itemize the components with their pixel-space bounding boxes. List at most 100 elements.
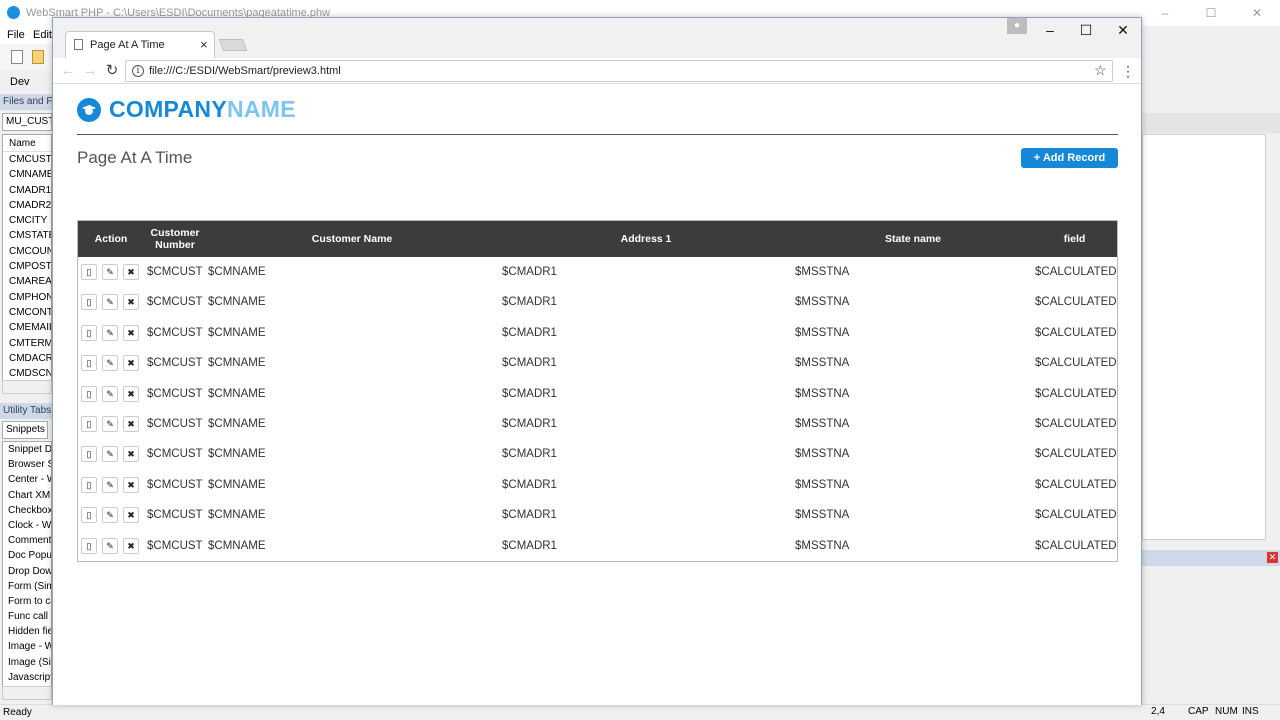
snippet-list-item[interactable]: Form to ca bbox=[3, 594, 51, 609]
ide-editor-pane[interactable] bbox=[1142, 134, 1266, 540]
view-record-button[interactable]: ▯ bbox=[81, 355, 97, 372]
view-record-button[interactable]: ▯ bbox=[81, 537, 97, 554]
browser-tabstrip: Page At A Time × ● – ☐ ✕ bbox=[53, 18, 1141, 58]
view-record-button[interactable]: ▯ bbox=[81, 416, 97, 432]
add-record-button[interactable]: + Add Record bbox=[1021, 148, 1118, 168]
field-list-item[interactable]: CMSTATE bbox=[3, 228, 51, 243]
snippet-list-item[interactable]: Hidden fie bbox=[3, 624, 51, 639]
delete-record-button[interactable]: ✖ bbox=[123, 385, 139, 402]
file-select[interactable]: MU_CUSTF bbox=[2, 113, 52, 131]
delete-record-button[interactable]: ✖ bbox=[123, 507, 139, 524]
profile-icon[interactable]: ● bbox=[1007, 18, 1027, 34]
view-record-button[interactable]: ▯ bbox=[81, 446, 97, 463]
col-header-customer-name[interactable]: Customer Name bbox=[206, 221, 498, 257]
delete-record-button[interactable]: ✖ bbox=[123, 264, 139, 280]
delete-record-button[interactable]: ✖ bbox=[123, 537, 139, 554]
edit-record-button[interactable]: ✎ bbox=[102, 476, 118, 493]
back-icon[interactable]: ← bbox=[58, 61, 78, 81]
view-record-button[interactable]: ▯ bbox=[81, 294, 97, 311]
snippet-list-item[interactable]: Image (Sin bbox=[3, 655, 51, 670]
edit-record-button[interactable]: ✎ bbox=[102, 264, 118, 280]
tab-snippets[interactable]: Snippets bbox=[2, 421, 48, 439]
field-list-item[interactable]: CMDACR bbox=[3, 351, 51, 366]
delete-record-button[interactable]: ✖ bbox=[123, 446, 139, 463]
edit-record-button[interactable]: ✎ bbox=[102, 385, 118, 402]
reload-icon[interactable]: ↻ bbox=[102, 61, 122, 81]
col-header-action[interactable]: Action bbox=[78, 221, 144, 257]
snippet-list-item[interactable]: Browser Sn bbox=[3, 457, 51, 472]
field-list-scrollbar[interactable] bbox=[2, 380, 52, 394]
edit-record-button[interactable]: ✎ bbox=[102, 416, 118, 432]
delete-record-button[interactable]: ✖ bbox=[123, 294, 139, 311]
snippet-list-item[interactable]: Snippet De bbox=[3, 442, 51, 457]
field-list-item[interactable]: CMAREA bbox=[3, 274, 51, 289]
info-icon[interactable]: i bbox=[132, 65, 144, 77]
snippet-list-item[interactable]: Checkbox bbox=[3, 503, 51, 518]
ide-editor-scrollbar[interactable] bbox=[1266, 134, 1280, 540]
maximize-button[interactable]: ☐ bbox=[1068, 20, 1104, 40]
field-list-item[interactable]: CMNAME bbox=[3, 167, 51, 182]
snippet-list-item[interactable]: Image - W bbox=[3, 639, 51, 654]
snippet-list-item[interactable]: Doc Popup bbox=[3, 548, 51, 563]
ide-menu-file[interactable]: File bbox=[7, 26, 25, 44]
col-header-state-name[interactable]: State name bbox=[794, 221, 1032, 257]
delete-record-button[interactable]: ✖ bbox=[123, 355, 139, 372]
close-button[interactable]: ✕ bbox=[1105, 20, 1141, 40]
snippet-list-item[interactable]: Form (Sim bbox=[3, 579, 51, 594]
field-list-item[interactable]: CMADR1 bbox=[3, 183, 51, 198]
new-file-icon[interactable] bbox=[11, 50, 23, 64]
field-list-item[interactable]: CMCUST bbox=[3, 152, 51, 167]
ide-maximize-button[interactable]: ☐ bbox=[1188, 0, 1234, 26]
col-header-field[interactable]: field bbox=[1032, 221, 1117, 257]
minimize-button[interactable]: – bbox=[1032, 20, 1068, 40]
browser-tab[interactable]: Page At A Time × bbox=[65, 31, 215, 58]
edit-record-button[interactable]: ✎ bbox=[102, 446, 118, 463]
snippet-list-item[interactable]: Clock - WS bbox=[3, 518, 51, 533]
forward-icon[interactable]: → bbox=[80, 61, 100, 81]
edit-record-button[interactable]: ✎ bbox=[102, 507, 118, 524]
col-header-customer-number[interactable]: Customer Number bbox=[144, 221, 206, 257]
field-list-item[interactable]: CMCITY bbox=[3, 213, 51, 228]
snippet-list-item[interactable]: Func call - bbox=[3, 609, 51, 624]
new-tab-button[interactable] bbox=[218, 39, 248, 51]
field-list-item[interactable]: CMADR2 bbox=[3, 198, 51, 213]
delete-record-button[interactable]: ✖ bbox=[123, 476, 139, 493]
delete-record-button[interactable]: ✖ bbox=[123, 324, 139, 341]
view-record-button[interactable]: ▯ bbox=[81, 324, 97, 341]
view-record-button[interactable]: ▯ bbox=[81, 476, 97, 493]
snippet-list-item[interactable]: Comment bbox=[3, 533, 51, 548]
field-list-item[interactable]: CMTERM bbox=[3, 336, 51, 351]
edit-record-button[interactable]: ✎ bbox=[102, 294, 118, 311]
snippet-list-item[interactable]: Chart XML bbox=[3, 488, 51, 503]
field-list-item[interactable]: CMCONT bbox=[3, 305, 51, 320]
view-record-button[interactable]: ▯ bbox=[81, 507, 97, 524]
view-record-button[interactable]: ▯ bbox=[81, 264, 97, 280]
snippet-list-item[interactable]: Drop Dow bbox=[3, 564, 51, 579]
field-list-item[interactable]: CMEMAIL bbox=[3, 320, 51, 335]
browser-menu-icon[interactable]: ⋮ bbox=[1121, 61, 1135, 81]
table-row: ▯ ✎ ✖ $CMCUST $CMNAME $CMADR1 $MSSTNA $CALCULAT… bbox=[78, 318, 1117, 348]
view-record-button[interactable]: ▯ bbox=[81, 385, 97, 402]
cell-customer-name: $CMNAME bbox=[208, 539, 266, 552]
tab-close-icon[interactable]: × bbox=[200, 37, 208, 52]
snippet-list-item[interactable]: Center - W bbox=[3, 472, 51, 487]
ide-menu-edit[interactable]: Edit bbox=[33, 26, 52, 44]
col-header-customer-number-line2: Number bbox=[155, 239, 195, 251]
edit-record-button[interactable]: ✎ bbox=[102, 537, 118, 554]
open-folder-icon[interactable] bbox=[32, 50, 44, 64]
ide-minimize-button[interactable]: – bbox=[1142, 0, 1188, 26]
field-list-item[interactable]: CMCOUN bbox=[3, 244, 51, 259]
field-list-item[interactable]: CMPHON bbox=[3, 290, 51, 305]
snippet-list-scrollbar[interactable] bbox=[2, 686, 52, 700]
files-panel-header: Files and Fu bbox=[0, 94, 52, 110]
snippet-list-item[interactable]: Javascript bbox=[3, 670, 51, 685]
field-list-item[interactable]: CMPOST bbox=[3, 259, 51, 274]
address-bar[interactable]: i file:///C:/ESDI/WebSmart/preview3.html… bbox=[125, 60, 1113, 82]
bookmark-star-icon[interactable]: ☆ bbox=[1094, 62, 1107, 79]
edit-record-button[interactable]: ✎ bbox=[102, 355, 118, 372]
ide-close-button[interactable]: ✕ bbox=[1234, 0, 1280, 26]
col-header-address1[interactable]: Address 1 bbox=[498, 221, 794, 257]
edit-record-button[interactable]: ✎ bbox=[102, 324, 118, 341]
delete-record-button[interactable]: ✖ bbox=[123, 416, 139, 432]
close-panel-icon[interactable]: ✕ bbox=[1267, 552, 1278, 563]
